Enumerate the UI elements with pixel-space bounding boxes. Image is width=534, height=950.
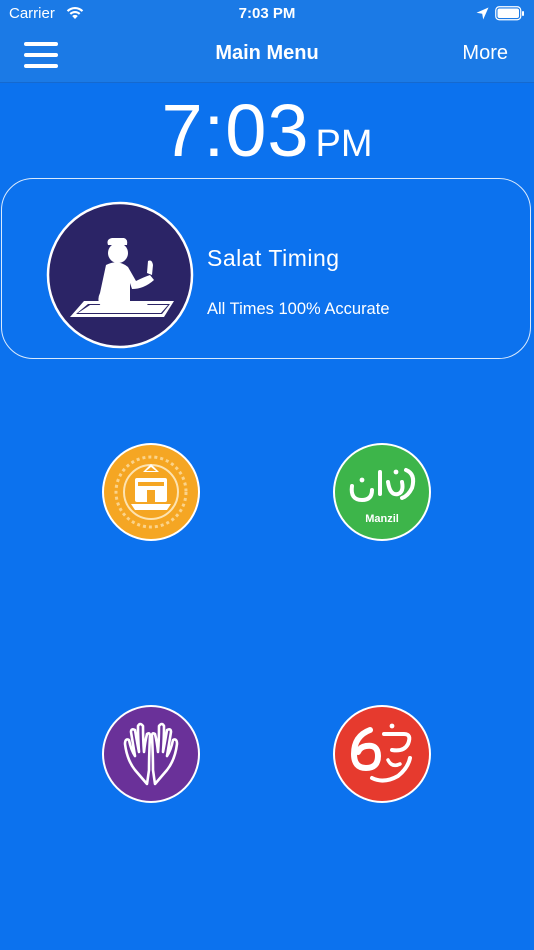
kalma-six-icon xyxy=(333,705,431,803)
manzil-icon-label: Manzil xyxy=(365,513,399,525)
navigation-bar: Main Menu More xyxy=(0,28,534,83)
clock-time: 7:03 xyxy=(161,89,310,172)
kaaba-button[interactable] xyxy=(101,442,201,542)
manzil-icon: Manzil xyxy=(333,443,431,541)
status-bar: Carrier 7:03 PM xyxy=(0,0,534,28)
dua-button[interactable] xyxy=(101,704,201,804)
location-arrow-icon xyxy=(476,7,489,20)
salat-card-subtitle: All Times 100% Accurate xyxy=(207,300,390,318)
page-title: Main Menu xyxy=(215,42,319,64)
kaaba-icon xyxy=(102,443,200,541)
clock-ampm: PM xyxy=(315,123,373,165)
battery-icon xyxy=(495,6,524,21)
salat-card-title: Salat Timing xyxy=(207,245,340,271)
six-kalma-button[interactable] xyxy=(332,704,432,804)
salat-timing-card[interactable]: Salat Timing All Times 100% Accurate xyxy=(1,178,531,359)
manzil-button[interactable]: Manzil xyxy=(332,442,432,542)
current-time-display: 7:03 PM xyxy=(0,88,534,173)
dua-hands-icon xyxy=(102,705,200,803)
more-button[interactable]: More xyxy=(462,42,508,65)
praying-man-icon xyxy=(46,201,194,349)
main-menu-screen: Carrier 7:03 PM Main Menu More 7:03 PM S… xyxy=(0,0,534,950)
status-time: 7:03 PM xyxy=(238,5,296,22)
